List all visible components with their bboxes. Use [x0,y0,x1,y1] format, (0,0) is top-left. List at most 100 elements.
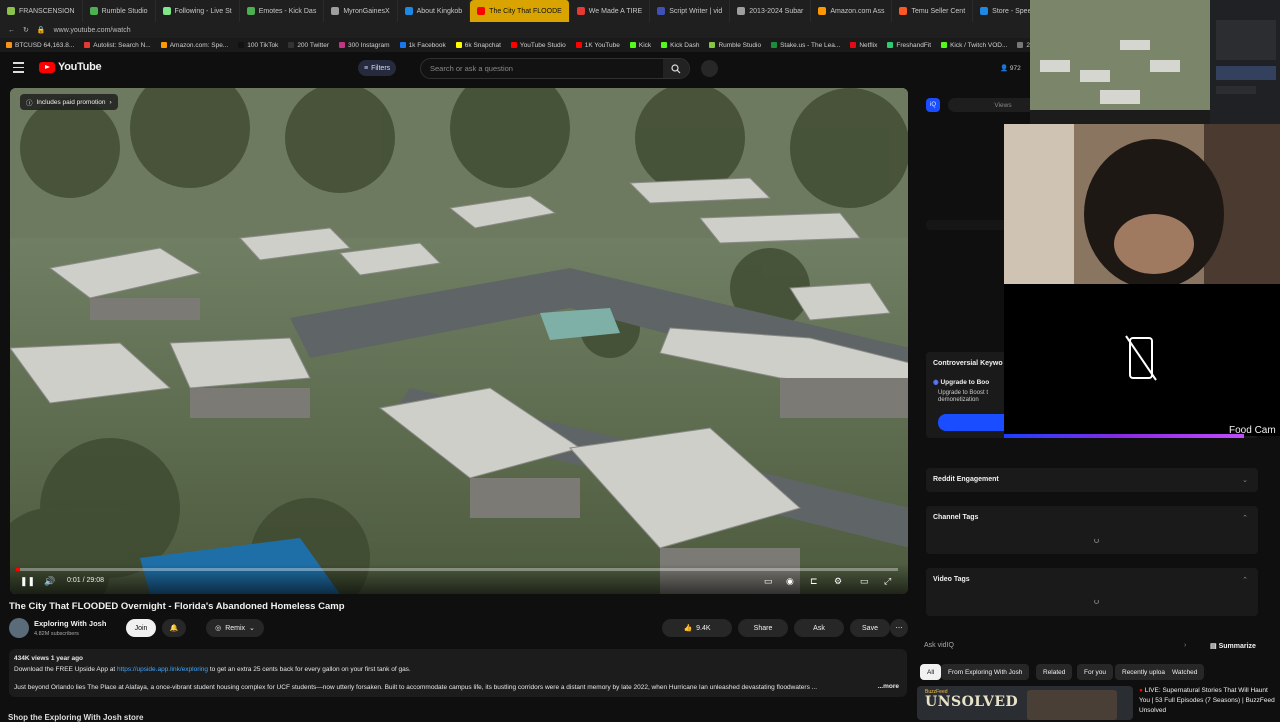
chevron-down-icon: ⌄ [249,625,255,632]
menu-icon[interactable] [13,62,24,73]
browser-tab[interactable]: Amazon.com Ass [811,0,893,22]
share-button[interactable]: Share [738,619,788,637]
browser-tab[interactable]: Temu Seller Cent [892,0,974,22]
tab-favicon-icon [576,7,585,15]
notification-bell-button[interactable]: 🔔 [162,619,186,637]
bookmark-item[interactable]: Kick / Twitch VOD... [941,42,1007,49]
back-icon[interactable]: ← [8,27,15,34]
loading-spinner [1094,599,1099,604]
bookmarks-bar: BTCUSD 64,163.8... Autolist: Search N... A… [0,38,1030,52]
show-more-link[interactable]: ...more [878,681,899,692]
autoplay-toggle-icon[interactable]: ◉ [786,576,794,587]
browser-tab[interactable]: Script Writer | vid [650,0,731,22]
browser-tab[interactable]: We Made A TIRE [570,0,651,22]
chevron-up-icon: ⌃ [1242,515,1248,522]
description-box[interactable]: 434K views 1 year ago Download the FREE … [9,649,907,697]
tab-label: We Made A TIRE [588,7,643,15]
bookmark-item[interactable]: BTCUSD 64,163.8... [6,42,74,49]
browser-tab[interactable]: Rumble Studio [83,0,156,22]
channel-tags-card[interactable]: Channel Tags ⌃ [926,506,1258,554]
webcam-feed [1004,124,1280,284]
browser-tab[interactable]: The City That FLOODE [470,0,570,22]
bookmark-item[interactable]: YouTube Studio [510,42,566,49]
bookmark-item[interactable]: Rumble Studio [709,42,761,49]
ask-vidiq-input[interactable]: Ask vidIQ [924,642,954,649]
browser-tab[interactable]: FRANSCENSION [0,0,83,22]
address-bar[interactable]: ← ↻ 🔒 www.youtube.com/watch [0,22,1030,38]
bookmark-item[interactable]: 1K YouTube [575,42,620,49]
bookmark-item[interactable]: Kick [629,42,651,49]
channel-avatar[interactable] [9,618,29,638]
url-text[interactable]: www.youtube.com/watch [54,27,131,34]
filter-chip[interactable]: All [920,664,942,680]
bookmark-item[interactable]: Stake.us - The Lea... [771,42,840,49]
search-button[interactable] [663,59,689,78]
video-tags-card[interactable]: Video Tags ⌃ [926,568,1258,616]
filter-chip[interactable]: For you [1077,664,1114,680]
bookmark-item[interactable]: FreshandFit [887,42,931,49]
ask-label: Ask [813,624,825,632]
bookmark-item[interactable]: 300 Instagram [339,42,390,49]
bookmark-item[interactable]: 100 TikTok [238,42,278,49]
settings-gear-icon[interactable]: ⚙ [834,576,842,587]
bookmark-favicon-icon [629,42,636,48]
thumb-title-text: UNSOLVED [925,694,1019,710]
pause-icon[interactable]: ❚❚ [20,576,35,587]
summarize-icon: ▤ [1210,643,1217,650]
filter-chip[interactable]: Related [1036,664,1073,680]
filter-chip[interactable]: From Exploring With Josh [941,664,1030,680]
bookmark-item[interactable]: 200 Twitter [288,42,329,49]
volume-icon[interactable]: 🔊 [44,576,55,587]
captions-icon[interactable]: ⊏ [810,576,818,587]
browser-tab[interactable]: About Kingkob [398,0,471,22]
tab-favicon-icon [331,7,340,15]
bookmark-item[interactable]: 2013-20 [1017,42,1030,49]
bookmark-item[interactable]: Autolist: Search N... [84,42,151,49]
chevron-right-icon: › [109,98,112,106]
tab-favicon-icon [657,7,666,15]
upside-link[interactable]: https://upside.app.link/exploring [117,666,208,673]
browser-tab[interactable]: Store - Speedify [973,0,1030,22]
more-actions-button[interactable]: ⋯ [890,619,908,637]
recommended-video-thumbnail[interactable]: BuzzFeed UNSOLVED [917,686,1133,720]
vidiq-logo-icon[interactable]: iQ [926,98,940,112]
tab-favicon-icon [7,7,15,15]
description-line-1-pre: Download the FREE Upside App at [14,666,117,673]
bookmark-item[interactable]: Kick Dash [661,42,699,49]
filters-button[interactable]: ≡ Filters [358,60,397,76]
video-player[interactable]: ⓘ Includes paid promotion › ❚❚ 🔊 0:01 / … [10,88,908,594]
bookmark-item[interactable]: 6k Snapchat [455,42,501,49]
reddit-engagement-card[interactable]: Reddit Engagement ⌄ [926,468,1258,492]
filter-chip[interactable]: Watched [1165,664,1205,680]
browser-tab[interactable]: Following - Live St [156,0,240,22]
miniplayer-icon[interactable]: ▭ [764,576,773,587]
share-label: Share [753,624,773,632]
bookmark-label: Kick / Twitch VOD... [950,41,1008,49]
browser-tab[interactable]: Emotes - Kick Das [240,0,325,22]
join-button[interactable]: Join [126,619,156,637]
fullscreen-icon[interactable]: ⤢ [884,576,891,587]
reload-icon[interactable]: ↻ [23,26,29,34]
bookmark-item[interactable]: Netflix [850,42,877,49]
tab-label: 2013-2024 Subar [749,7,804,15]
summarize-button[interactable]: ▤ Summarize [1210,642,1256,650]
bookmark-item[interactable]: 1k Facebook [399,42,446,49]
paid-promotion-badge[interactable]: ⓘ Includes paid promotion › [20,94,118,110]
youtube-logo[interactable]: YouTube [39,61,102,73]
voice-search-button[interactable] [701,60,718,77]
ask-button[interactable]: Ask [794,619,844,637]
recommended-video-title[interactable]: ● LIVE: Supernatural Stories That Will H… [1139,686,1277,716]
theater-mode-icon[interactable]: ▭ [860,576,869,587]
like-button[interactable]: 👍 9.4K [662,619,732,637]
progress-bar[interactable] [16,568,898,571]
bookmark-label: 200 Twitter [297,41,329,49]
remix-button[interactable]: ◎ Remix ⌄ [206,619,264,637]
bookmark-label: BTCUSD 64,163.8... [15,41,75,49]
browser-tab[interactable]: MyronGainesX [324,0,398,22]
channel-name[interactable]: Exploring With Josh [34,619,106,628]
browser-tab[interactable]: 2013-2024 Subar [730,0,812,22]
bookmark-item[interactable]: Amazon.com: Spe... [160,42,228,49]
send-arrow-icon[interactable]: › [1184,642,1186,649]
save-button[interactable]: Save [850,619,890,637]
search-input[interactable]: Search or ask a question [420,58,690,79]
